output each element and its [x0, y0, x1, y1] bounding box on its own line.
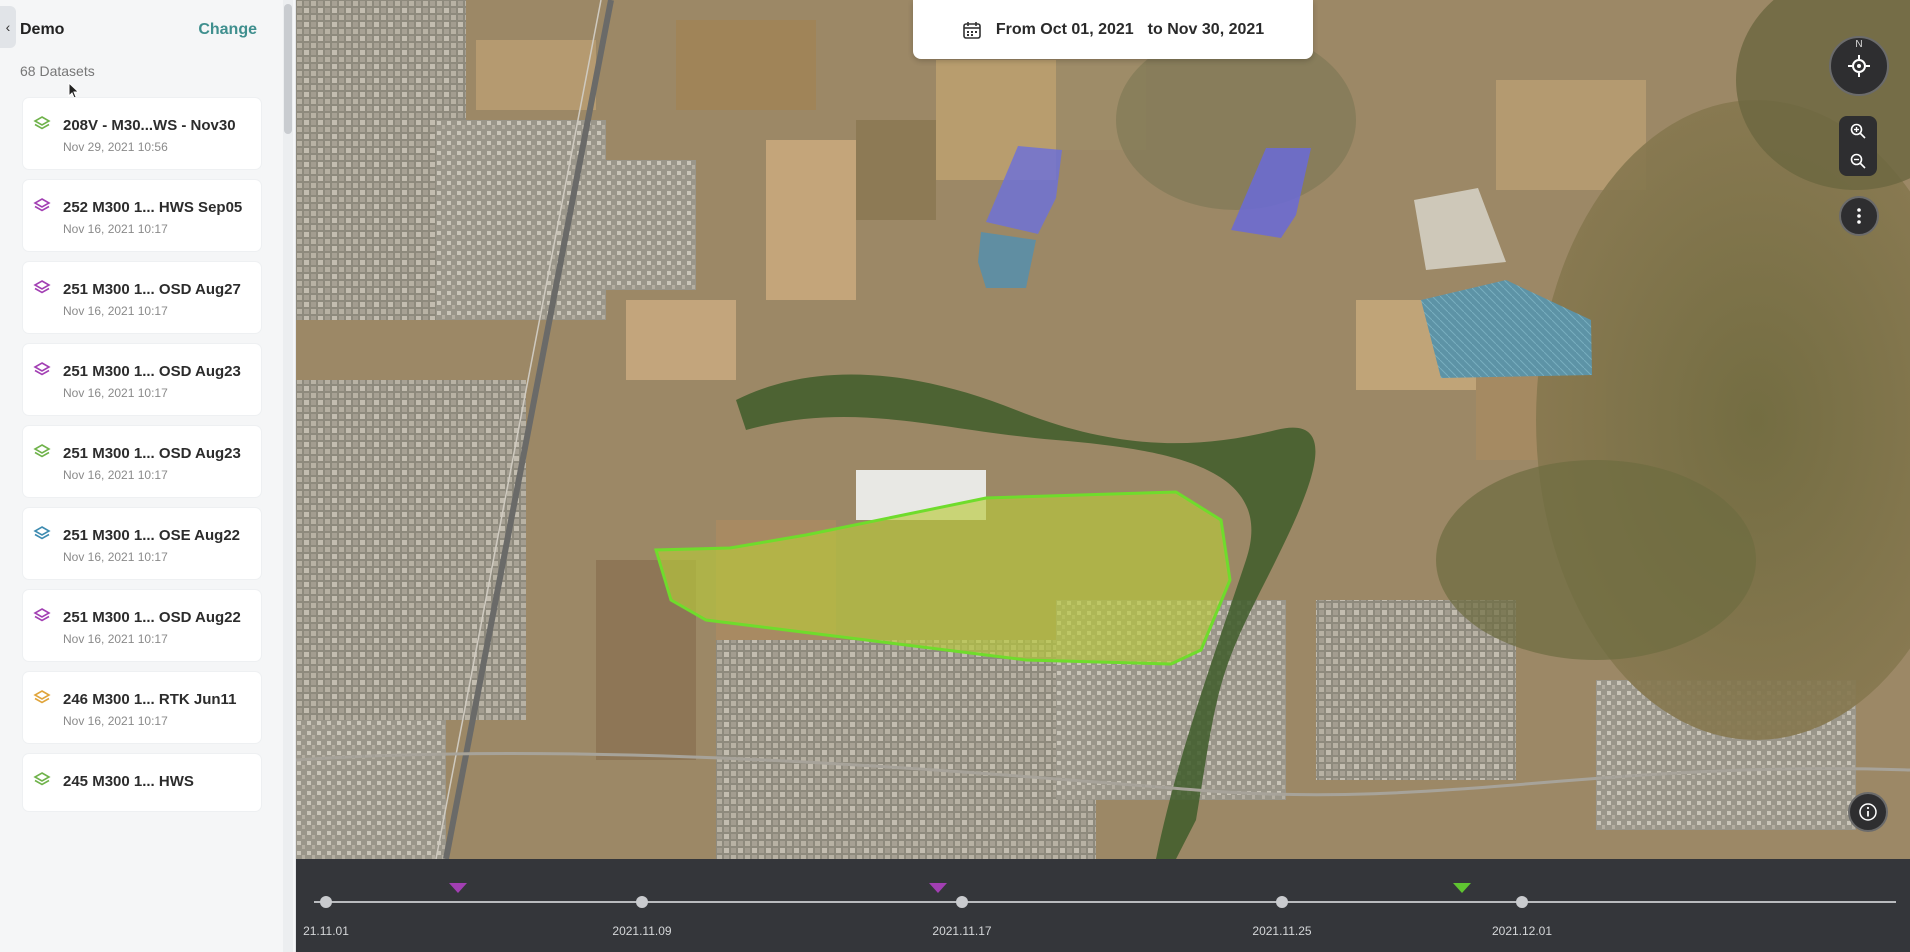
- collapse-sidebar-button[interactable]: ‹: [0, 6, 16, 48]
- calendar-icon: [963, 21, 981, 39]
- compass-north-label: N: [1855, 39, 1863, 50]
- timeline-tick[interactable]: [1516, 896, 1528, 908]
- info-icon: [1859, 803, 1877, 821]
- dataset-date: Nov 16, 2021 10:17: [63, 550, 168, 564]
- dataset-card[interactable]: 246 M300 1... RTK Jun11 Nov 16, 2021 10:1…: [23, 672, 261, 743]
- sidebar-scrollbar[interactable]: [283, 0, 293, 952]
- timeline-date-label: 2021.11.09: [612, 924, 671, 938]
- timeline-dataset-marker[interactable]: [449, 883, 467, 893]
- timeline-date-label: 2021.11.17: [932, 924, 991, 938]
- more-options-button[interactable]: [1839, 196, 1879, 236]
- dataset-count: 68 Datasets: [20, 63, 95, 79]
- layers-icon: [33, 198, 51, 212]
- timeline-tick[interactable]: [636, 896, 648, 908]
- dataset-title: 208V - M30...WS - Nov30: [63, 117, 236, 134]
- layers-icon: [33, 280, 51, 294]
- layers-icon: [33, 608, 51, 622]
- layers-icon: [33, 690, 51, 704]
- timeline[interactable]: 21.11.01 2021.11.09 2021.11.17 2021.11.25 20…: [296, 859, 1910, 952]
- layers-icon: [33, 772, 51, 786]
- more-vertical-icon: [1857, 208, 1861, 224]
- dataset-date: Nov 16, 2021 10:17: [63, 386, 168, 400]
- date-range-selector[interactable]: From Oct 01, 2021 to Nov 30, 2021: [913, 0, 1313, 59]
- timeline-tick[interactable]: [320, 896, 332, 908]
- info-button[interactable]: [1848, 792, 1888, 832]
- zoom-in-icon: [1850, 123, 1866, 139]
- change-project-button[interactable]: Change: [198, 21, 257, 39]
- layers-icon: [33, 444, 51, 458]
- dataset-title: 246 M300 1... RTK Jun11: [63, 691, 237, 708]
- layers-icon: [33, 526, 51, 540]
- timeline-dataset-marker[interactable]: [929, 883, 947, 893]
- dataset-card[interactable]: 251 M300 1... OSD Aug23 Nov 16, 2021 10:1…: [23, 426, 261, 497]
- dataset-title: 251 M300 1... OSD Aug22: [63, 609, 241, 626]
- satellite-map[interactable]: From Oct 01, 2021 to Nov 30, 2021 N: [296, 0, 1910, 859]
- dataset-card[interactable]: 251 M300 1... OSD Aug22 Nov 16, 2021 10:1…: [23, 590, 261, 661]
- dataset-title: 251 M300 1... OSE Aug22: [63, 527, 241, 544]
- compass-button[interactable]: N: [1829, 36, 1889, 96]
- dataset-title: 245 M300 1... HWS: [63, 773, 194, 790]
- dataset-sidebar: ‹ Demo Change 68 Datasets 208V - M30...W…: [0, 0, 296, 952]
- dataset-date: Nov 16, 2021 10:17: [63, 714, 168, 728]
- dataset-card[interactable]: 251 M300 1... OSE Aug22 Nov 16, 2021 10:1…: [23, 508, 261, 579]
- dataset-list: 208V - M30...WS - Nov30 Nov 29, 2021 10:5…: [23, 98, 261, 822]
- sidebar-scroll-thumb[interactable]: [284, 4, 292, 134]
- timeline-dataset-marker[interactable]: [1453, 883, 1471, 893]
- timeline-tick[interactable]: [1276, 896, 1288, 908]
- dataset-title: 251 M300 1... OSD Aug23: [63, 363, 241, 380]
- timeline-tick[interactable]: [956, 896, 968, 908]
- zoom-controls: [1839, 116, 1877, 176]
- dataset-card[interactable]: 245 M300 1... HWS: [23, 754, 261, 811]
- compass-icon: [1848, 55, 1870, 77]
- satellite-imagery: [296, 0, 1910, 859]
- layers-icon: [33, 362, 51, 376]
- dataset-date: Nov 16, 2021 10:17: [63, 632, 168, 646]
- dataset-title: 251 M300 1... OSD Aug23: [63, 445, 241, 462]
- timeline-date-label: 2021.12.01: [1492, 924, 1552, 938]
- dataset-title: 252 M300 1... HWS Sep05: [63, 199, 243, 216]
- zoom-in-button[interactable]: [1849, 122, 1867, 140]
- date-range-from: From Oct 01, 2021: [995, 20, 1134, 38]
- dataset-date: Nov 29, 2021 10:56: [63, 140, 168, 154]
- date-range-to: to Nov 30, 2021: [1147, 20, 1265, 38]
- zoom-out-icon: [1850, 153, 1866, 169]
- timeline-track[interactable]: 21.11.01 2021.11.09 2021.11.17 2021.11.25 20…: [296, 859, 1910, 952]
- dataset-card[interactable]: 251 M300 1... OSD Aug27 Nov 16, 2021 10:1…: [23, 262, 261, 333]
- dataset-date: Nov 16, 2021 10:17: [63, 304, 168, 318]
- layers-icon: [33, 116, 51, 130]
- dataset-card[interactable]: 251 M300 1... OSD Aug23 Nov 16, 2021 10:1…: [23, 344, 261, 415]
- chevron-left-icon: ‹: [5, 19, 11, 35]
- dataset-date: Nov 16, 2021 10:17: [63, 468, 168, 482]
- timeline-date-label: 21.11.01: [303, 924, 349, 938]
- project-name: Demo: [20, 21, 65, 38]
- timeline-date-label: 2021.11.25: [1252, 924, 1311, 938]
- dataset-title: 251 M300 1... OSD Aug27: [63, 281, 241, 298]
- zoom-out-button[interactable]: [1849, 152, 1867, 170]
- dataset-date: Nov 16, 2021 10:17: [63, 222, 168, 236]
- dataset-card[interactable]: 208V - M30...WS - Nov30 Nov 29, 2021 10:5…: [23, 98, 261, 169]
- dataset-card[interactable]: 252 M300 1... HWS Sep05 Nov 16, 2021 10:1…: [23, 180, 261, 251]
